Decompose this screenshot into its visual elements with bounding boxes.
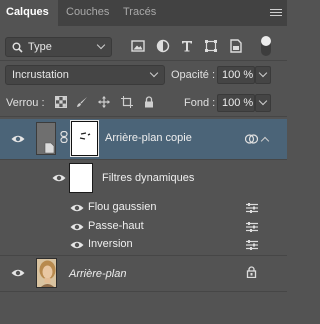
move-icon[interactable] [98,96,110,108]
blending-options-icon[interactable] [246,222,258,232]
chevron-down-icon [96,40,106,50]
filter-name-flou-gaussien[interactable]: Flou gaussien [88,201,157,213]
brush-icon[interactable] [76,96,88,108]
portrait-photo-thumbnail [37,259,56,287]
lock-transparent-pixels-icon[interactable] [55,96,67,108]
lock-label: Verrou : [6,97,45,109]
visibility-eye-icon[interactable] [11,268,25,278]
filter-visibility-icon[interactable] [70,203,84,213]
blending-options-icon[interactable] [246,240,258,250]
panel-menu-icon[interactable] [270,9,282,18]
blend-mode-select[interactable]: Incrustation [5,65,165,85]
tab-couches[interactable]: Couches [66,4,109,20]
fill-field[interactable]: 100 % [217,94,255,112]
divider [0,60,287,61]
fill-value: 100 % [222,97,254,109]
opacity-dropdown-button[interactable] [255,66,271,84]
chevron-down-icon [149,68,159,78]
divider [0,291,287,292]
divider [0,116,287,117]
layer-name[interactable]: Arrière-plan [69,268,126,280]
filter-name-inversion[interactable]: Inversion [88,238,133,250]
lock-all-icon[interactable] [143,96,155,108]
divider [0,255,287,256]
opacity-value: 100 % [222,69,254,81]
type-filter-icon[interactable] [180,39,194,53]
layer-name[interactable]: Arrière-plan copie [105,132,192,144]
opacity-field[interactable]: 100 % [217,66,255,84]
filter-mask-link-icon[interactable] [60,131,68,143]
artboard-lock-icon[interactable] [121,96,133,108]
smart-object-filter-icon[interactable] [229,39,243,53]
blend-mode-value: Incrustation [12,69,69,81]
filter-name-passe-haut[interactable]: Passe-haut [88,220,144,232]
smart-object-badge-icon [44,142,55,154]
tab-traces[interactable]: Tracés [123,4,156,20]
filter-toggle[interactable] [261,36,271,56]
filter-mask-thumbnail[interactable] [70,120,99,157]
smart-filters-label[interactable]: Filtres dynamiques [102,172,194,184]
background-layer-thumbnail[interactable] [36,258,57,288]
panel-tab-bar: Calques Couches Tracés [0,0,287,26]
smart-filter-options-icon[interactable] [245,133,258,145]
image-filter-icon[interactable] [131,39,145,53]
mask-content-marks [79,132,91,140]
filter-type-select[interactable]: Type [5,37,112,57]
adjustment-filter-icon[interactable] [156,39,170,53]
fill-dropdown-button[interactable] [255,94,271,112]
chevron-down-icon [258,96,268,106]
blending-options-icon[interactable] [246,203,258,213]
layers-panel: Calques Couches Tracés Type Incrustation [0,0,287,324]
opacity-label: Opacité : [171,69,216,81]
smart-filters-visibility-icon[interactable] [52,173,66,183]
layer-locked-icon [246,266,257,278]
smart-filters-mask-thumbnail[interactable] [69,163,93,193]
fill-label: Fond : [184,97,216,109]
divider [0,159,287,160]
layer-thumbnail[interactable] [36,122,56,155]
filter-visibility-icon[interactable] [70,240,84,250]
filter-visibility-icon[interactable] [70,222,84,232]
chevron-down-icon [258,68,268,78]
visibility-eye-icon[interactable] [11,134,25,144]
tab-calques[interactable]: Calques [6,4,49,20]
search-icon [12,42,23,53]
filter-type-label: Type [28,41,52,53]
shape-filter-icon[interactable] [204,39,218,53]
